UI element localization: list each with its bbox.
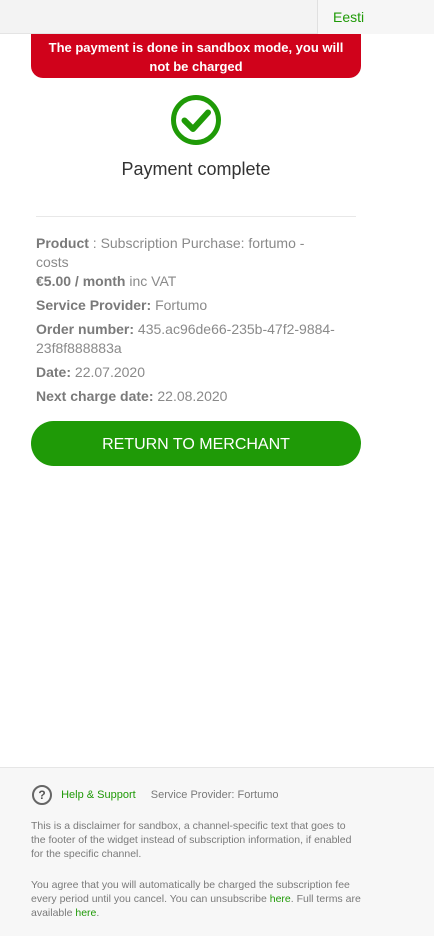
product-label: Product [36,235,89,251]
footer: ? Help & Support Service Provider: Fortu… [0,767,434,936]
next-charge-row: Next charge date: 22.08.2020 [36,387,336,406]
vat-text: inc VAT [129,273,177,289]
payment-status-title: Payment complete [121,159,271,179]
sandbox-disclaimer: This is a disclaimer for sandbox, a chan… [31,820,352,860]
footer-provider: Service Provider: Fortumo [150,789,279,801]
date-value: 22.07.2020 [74,364,145,380]
order-details: Product : Subscription Purchase: fortumo… [36,234,336,411]
help-support-link[interactable]: Help & Support [61,789,136,801]
help-row: ? Help & Support Service Provider: Fortu… [32,785,279,805]
return-to-merchant-button[interactable]: RETURN TO MERCHANT [31,421,361,466]
provider-value: Fortumo [155,297,208,313]
order-number-label: Order number: [36,321,135,337]
terms-link[interactable]: here [75,907,96,919]
provider-row: Service Provider: Fortumo [36,296,336,315]
next-charge-value: 22.08.2020 [157,388,228,404]
order-number-row: Order number: 435.ac96de66-235b-47f2-988… [36,320,336,358]
agree-suffix-text: . [96,907,100,919]
product-row: Product : Subscription Purchase: fortumo… [36,235,305,289]
sandbox-notice: The payment is done in sandbox mode, you… [31,34,361,78]
top-bar: Eesti [0,0,434,34]
date-label: Date: [36,364,72,380]
product-price: €5.00 / month [36,273,126,289]
language-switch[interactable]: Eesti [317,0,434,34]
next-charge-label: Next charge date: [36,388,154,404]
provider-label: Service Provider: [36,297,152,313]
divider [36,216,356,217]
check-circle-icon [171,95,221,145]
unsubscribe-link[interactable]: here [270,893,291,905]
date-row: Date: 22.07.2020 [36,363,336,382]
subscription-agreement: You agree that you will automatically be… [31,878,361,920]
help-icon[interactable]: ? [32,785,52,805]
